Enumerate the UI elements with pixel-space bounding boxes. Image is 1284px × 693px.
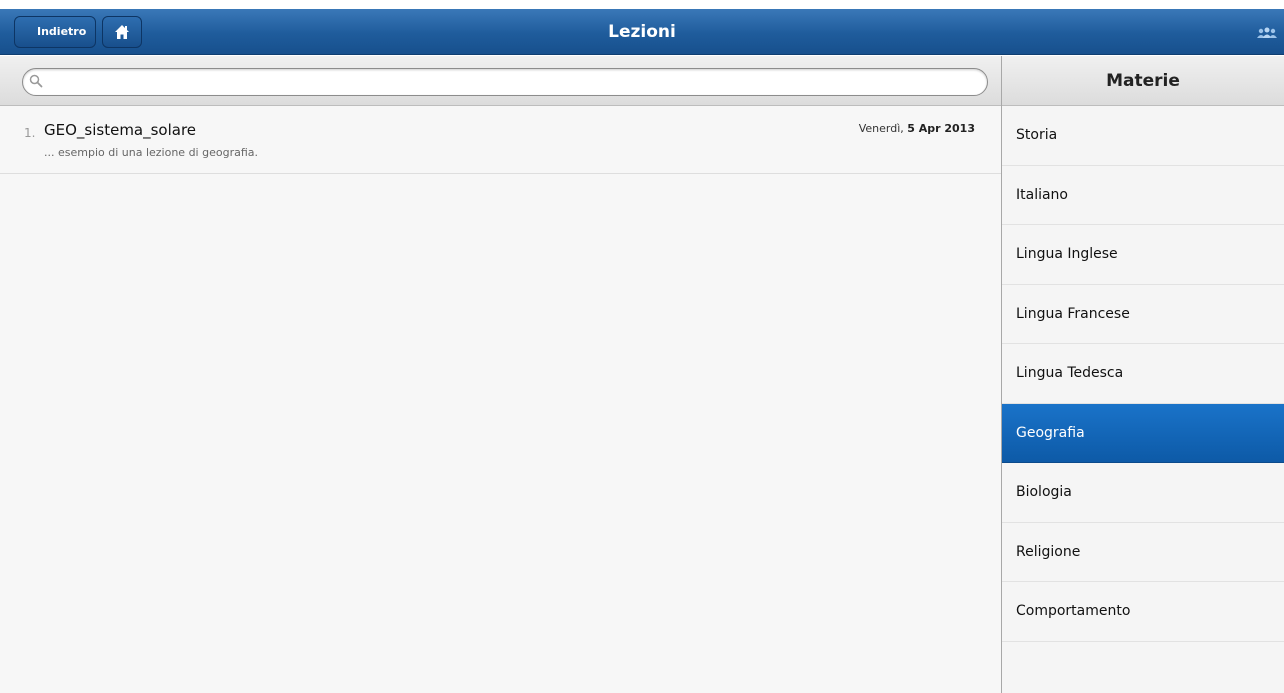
search-bar <box>0 56 1001 106</box>
lesson-description: ... esempio di una lezione di geografia. <box>44 146 258 159</box>
lesson-date: Venerdì, 5 Apr 2013 <box>859 122 975 135</box>
search-icon <box>29 74 43 88</box>
lesson-title: GEO_sistema_solare <box>44 121 197 139</box>
subject-item-geografia[interactable]: Geografia <box>1002 403 1284 463</box>
subject-item-italiano[interactable]: Italiano <box>1002 166 1284 225</box>
subject-item-lingua-francese[interactable]: Lingua Francese <box>1002 285 1284 344</box>
subject-item-lingua-tedesca[interactable]: Lingua Tedesca <box>1002 344 1284 404</box>
subject-list: Storia Italiano Lingua Inglese Lingua Fr… <box>1002 106 1284 642</box>
back-button-label: Indietro <box>37 25 87 38</box>
lessons-pane: 1. GEO_sistema_solare ... esempio di una… <box>0 56 1001 693</box>
home-button[interactable] <box>102 16 142 48</box>
top-bar: Indietro Lezioni <box>0 9 1284 55</box>
subjects-title: Materie <box>1002 56 1284 106</box>
lesson-number: 1. <box>24 126 36 140</box>
search-input[interactable] <box>22 68 988 96</box>
subject-item-lingua-inglese[interactable]: Lingua Inglese <box>1002 225 1284 285</box>
subject-item-biologia[interactable]: Biologia <box>1002 463 1284 523</box>
lesson-date-day: Venerdì, <box>858 122 904 135</box>
subject-item-comportamento[interactable]: Comportamento <box>1002 582 1284 642</box>
lesson-list-item[interactable]: 1. GEO_sistema_solare ... esempio di una… <box>0 107 1001 174</box>
page-title: Lezioni <box>608 22 676 42</box>
app: Indietro Lezioni 1. GEO_sistema_solare .… <box>0 0 1284 693</box>
lesson-date-value: 5 Apr 2013 <box>907 122 975 135</box>
back-button[interactable]: Indietro <box>14 16 96 48</box>
subjects-pane: Materie Storia Italiano Lingua Inglese L… <box>1002 56 1284 693</box>
subject-item-religione[interactable]: Religione <box>1002 523 1284 582</box>
subject-item-storia[interactable]: Storia <box>1002 106 1284 166</box>
users-button[interactable] <box>1256 25 1278 39</box>
home-icon <box>115 25 129 39</box>
users-icon <box>1257 27 1277 38</box>
